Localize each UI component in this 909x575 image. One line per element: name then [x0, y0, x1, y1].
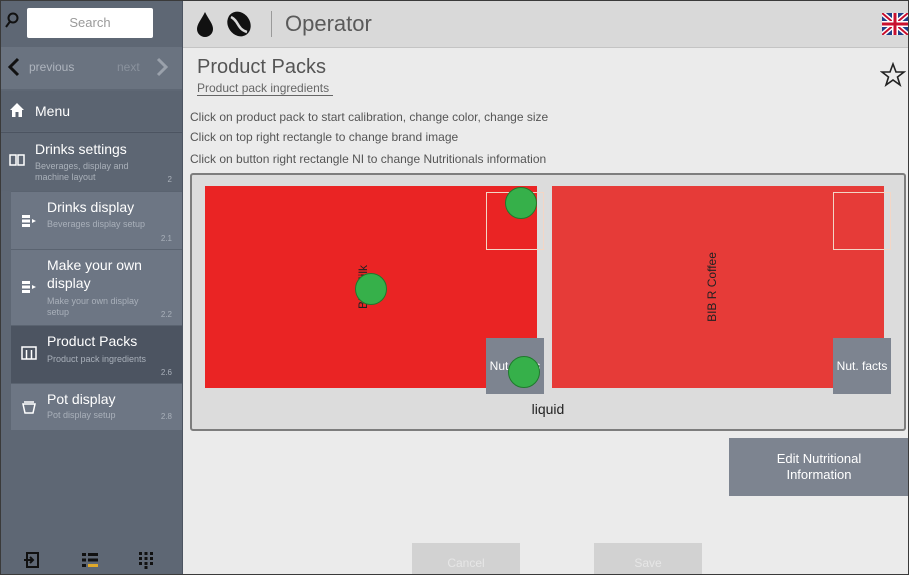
cancel-button[interactable]: Cancel — [412, 543, 520, 574]
menu-label: Menu — [35, 103, 71, 119]
packs-icon — [21, 346, 37, 360]
nutrition-facts-button[interactable]: Nut. facts — [833, 338, 891, 394]
save-button[interactable]: Save — [594, 543, 702, 574]
sidebar-item-label: Drinks display — [47, 199, 135, 215]
header-title: Operator — [285, 11, 372, 36]
page-title: Product Packs — [197, 56, 326, 78]
marker-dot — [508, 356, 540, 388]
sidebar-item-subtitle: Product pack ingredients — [47, 354, 147, 364]
coffee-bean-icon[interactable] — [225, 9, 253, 39]
section-drinks-settings[interactable]: Drinks settings Beverages, display and m… — [1, 132, 182, 191]
instruction-line: Click on product pack to start calibrati… — [190, 110, 549, 124]
product-pack-group: BIB Milk Nut. facts BIB R Coffee Nut. fa… — [190, 173, 906, 431]
search-icon[interactable] — [5, 12, 19, 30]
grid-plus-icon — [22, 281, 36, 293]
previous-link[interactable]: previous — [29, 60, 74, 74]
chevron-left-icon[interactable] — [7, 57, 21, 77]
sidebar-item-subtitle: Pot display setup — [47, 410, 116, 420]
star-icon[interactable] — [880, 62, 906, 88]
edit-nutritional-information-button[interactable]: Edit Nutritional Information — [729, 438, 908, 496]
exit-icon[interactable] — [23, 551, 41, 569]
uk-flag-icon[interactable] — [882, 13, 908, 35]
top-bar: Operator — [183, 1, 908, 48]
sidebar-item-label: Pot display — [47, 391, 116, 407]
page-subtitle: Product pack ingredients — [197, 81, 334, 96]
pack-label: BIB R Coffee — [704, 252, 719, 322]
list-icon[interactable] — [81, 551, 99, 569]
pot-icon — [22, 401, 36, 414]
instruction-line: Click on top right rectangle to change b… — [190, 130, 459, 144]
sidebar-item-product-packs[interactable]: Product Packs Product pack ingredients 2… — [11, 325, 182, 383]
home-icon — [10, 103, 24, 117]
history-nav: previous next — [1, 47, 182, 89]
sidebar-item-number: 2.1 — [160, 234, 172, 243]
sidebar-item-number: 2.8 — [160, 412, 172, 421]
marker-dot — [505, 187, 537, 219]
grid-plus-icon — [22, 215, 36, 227]
sidebar-item-subtitle: Make your own display setup — [47, 296, 139, 317]
marker-dot — [355, 273, 387, 305]
chevron-right-icon[interactable] — [155, 57, 169, 77]
water-drop-icon[interactable] — [195, 11, 215, 37]
sidebar-item-label: Make your own display — [47, 257, 142, 291]
next-link[interactable]: next — [117, 60, 140, 74]
menu-item[interactable]: Menu — [1, 91, 182, 131]
edit-button-label: Edit Nutritional Information — [776, 451, 862, 482]
sidebar-item-drinks-display[interactable]: Drinks display Beverages display setup 2… — [11, 191, 182, 249]
section-number: 2 — [167, 175, 172, 184]
header-separator — [271, 11, 272, 37]
book-icon — [9, 154, 25, 166]
sidebar-item-number: 2.6 — [160, 368, 172, 377]
pack-group-label: liquid — [531, 401, 565, 417]
main-content: Product Packs Product pack ingredients C… — [183, 48, 908, 574]
section-title: Drinks settings — [35, 141, 127, 157]
sidebar-item-subtitle: Beverages display setup — [47, 219, 146, 229]
sidebar-item-label: Product Packs — [47, 333, 138, 349]
sidebar-item-make-your-own[interactable]: Make your own display Make your own disp… — [11, 249, 182, 325]
app-window: Search previous next Menu Drinks setting… — [0, 0, 909, 575]
sidebar-footer — [1, 549, 182, 574]
sidebar: Search previous next Menu Drinks setting… — [1, 1, 183, 574]
sidebar-item-pot-display[interactable]: Pot display Pot display setup 2.8 — [11, 383, 182, 430]
search-bar: Search — [1, 1, 182, 47]
instruction-line: Click on button right rectangle NI to ch… — [190, 152, 547, 166]
brand-image-rect[interactable] — [833, 192, 891, 250]
section-subtitle: Beverages, display and machine layout — [35, 161, 129, 182]
sidebar-item-number: 2.2 — [160, 310, 172, 319]
search-input[interactable]: Search — [27, 8, 153, 38]
keypad-icon[interactable] — [137, 551, 155, 569]
